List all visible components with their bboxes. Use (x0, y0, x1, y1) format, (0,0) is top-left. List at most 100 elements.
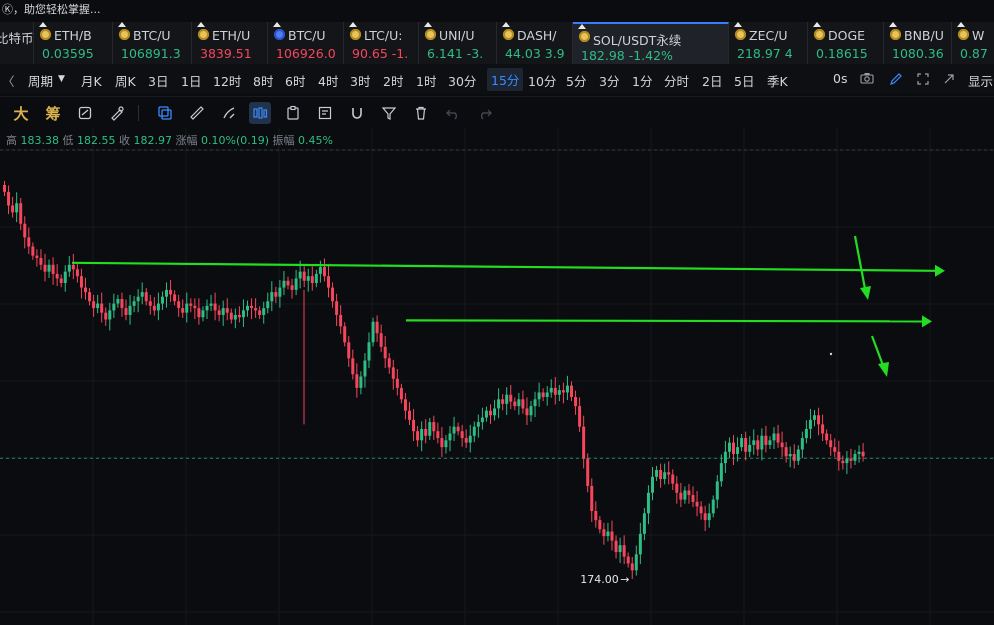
period-option[interactable]: 1日 (181, 71, 201, 90)
ticker-price: 6.141 -3. (427, 46, 484, 61)
candle-body (67, 264, 71, 272)
ticker-tab[interactable]: W 0.87 (952, 22, 994, 64)
candle-body (614, 540, 618, 553)
candle-body (116, 298, 120, 304)
drawing-toolbar: 大 筹 (0, 96, 994, 128)
candle-body (75, 269, 79, 277)
candle-body (582, 426, 586, 459)
candle-body (416, 431, 420, 441)
candle-body (399, 387, 403, 400)
candle-body (638, 533, 642, 555)
ruler-icon[interactable] (186, 102, 208, 124)
period-option[interactable]: 5日 (734, 71, 754, 90)
period-option[interactable]: 3日 (148, 71, 168, 90)
ticker-tab[interactable]: BNB/U 1080.36 (884, 22, 952, 64)
ticker-price: 0.03595 (42, 46, 94, 61)
ticker-tab[interactable]: DOGE 0.18615 (808, 22, 884, 64)
period-option[interactable]: 月K (81, 71, 102, 90)
ticker-tab[interactable]: BTC/U 106926.0 (268, 22, 344, 64)
period-option[interactable]: 4时 (318, 71, 338, 90)
alert-triangle-icon (957, 22, 965, 27)
undo-icon[interactable] (442, 102, 464, 124)
big-mode-button[interactable]: 大 (10, 102, 32, 124)
candle-body (727, 442, 731, 452)
candle-body (549, 387, 553, 393)
ticker-price: 182.98 -1.42% (581, 48, 673, 63)
fullscreen-icon[interactable] (916, 72, 930, 89)
refresh-draw-icon[interactable] (74, 102, 96, 124)
camera-icon[interactable] (860, 72, 874, 87)
ticker-tab[interactable]: ETH/B 0.03595 (34, 22, 113, 64)
candle-body (436, 431, 440, 439)
chevron-down-icon[interactable]: ▼ (58, 74, 65, 84)
period-option[interactable]: 周K (115, 71, 136, 90)
period-option[interactable]: 10分 (528, 71, 556, 90)
period-option[interactable]: 3分 (599, 71, 619, 90)
pointer-arrow-lower (870, 335, 886, 369)
clipboard-icon[interactable] (282, 102, 304, 124)
pen-settings-icon[interactable] (106, 102, 128, 124)
candle-body (553, 387, 557, 395)
note-icon[interactable] (314, 102, 336, 124)
candle-body (213, 303, 217, 311)
candlestick-icon[interactable] (249, 102, 271, 124)
period-option[interactable]: 季K (767, 71, 788, 90)
period-option[interactable]: 分时 (664, 71, 689, 90)
change-label: 涨幅 (175, 134, 198, 147)
period-scroll-left-icon[interactable]: 〈 (2, 71, 15, 90)
candle-body (71, 264, 75, 270)
period-option[interactable]: 5分 (566, 71, 586, 90)
period-option[interactable]: 12时 (213, 71, 241, 90)
ticker-tab[interactable]: UNI/U 6.141 -3. (419, 22, 497, 64)
copy-icon[interactable] (154, 102, 176, 124)
candle-body (331, 287, 335, 302)
period-option[interactable]: 30分 (448, 71, 476, 90)
ticker-tab[interactable]: 比特币 (0, 22, 34, 64)
coin-icon (579, 31, 590, 42)
price-chart[interactable]: 174.00 → (0, 128, 994, 625)
pencil-icon[interactable] (889, 72, 903, 89)
alert-triangle-icon (349, 22, 357, 27)
period-option[interactable]: 2时 (383, 71, 403, 90)
period-option[interactable]: 2日 (702, 71, 722, 90)
candle-body (343, 326, 347, 343)
period-dropdown[interactable]: 周期 (28, 71, 53, 90)
period-option[interactable]: 3时 (350, 71, 370, 90)
ticker-tab[interactable]: BTC/U 106891.3 (113, 22, 192, 64)
candle-body (193, 305, 197, 309)
ticker-symbol: UNI/U (439, 28, 475, 43)
filter-icon[interactable] (378, 102, 400, 124)
magnet-icon[interactable] (346, 102, 368, 124)
low-value: 182.55 (77, 134, 116, 147)
ticker-tab[interactable]: ZEC/U 218.97 4 (729, 22, 808, 64)
period-option[interactable]: 6时 (285, 71, 305, 90)
candle-body (748, 444, 752, 452)
chip-distribution-button[interactable]: 筹 (42, 102, 64, 124)
ticker-tab[interactable]: ETH/U 3839.51 (192, 22, 268, 64)
brush-icon[interactable] (218, 102, 240, 124)
candle-body (432, 422, 436, 432)
redo-icon[interactable] (474, 102, 496, 124)
ticker-tab[interactable]: SOL/USDT永续 182.98 -1.42% (573, 22, 729, 64)
candle-body (160, 296, 164, 304)
candle-body (363, 360, 367, 377)
display-settings-button[interactable]: 显示 (968, 71, 993, 90)
candle-body (136, 296, 140, 302)
coin-icon (503, 29, 514, 40)
candle-body (169, 289, 173, 295)
ticker-tab[interactable]: DASH/44.03 3.9 (497, 22, 573, 64)
candlestick-chart-svg[interactable]: 174.00 → (0, 128, 994, 625)
ticker-tab[interactable]: LTC/U: 90.65 -1. (344, 22, 419, 64)
period-option[interactable]: 15分 (487, 68, 524, 91)
candle-body (322, 267, 326, 277)
high-value: 183.38 (20, 134, 60, 147)
candle-body (663, 472, 667, 480)
period-option[interactable]: 8时 (253, 71, 273, 90)
expand-icon[interactable] (942, 72, 956, 89)
trash-icon[interactable] (410, 102, 432, 124)
candle-body (391, 367, 395, 379)
period-option[interactable]: 1时 (416, 71, 436, 90)
candle-body (561, 390, 565, 393)
candle-body (3, 184, 6, 192)
period-option[interactable]: 1分 (632, 71, 652, 90)
